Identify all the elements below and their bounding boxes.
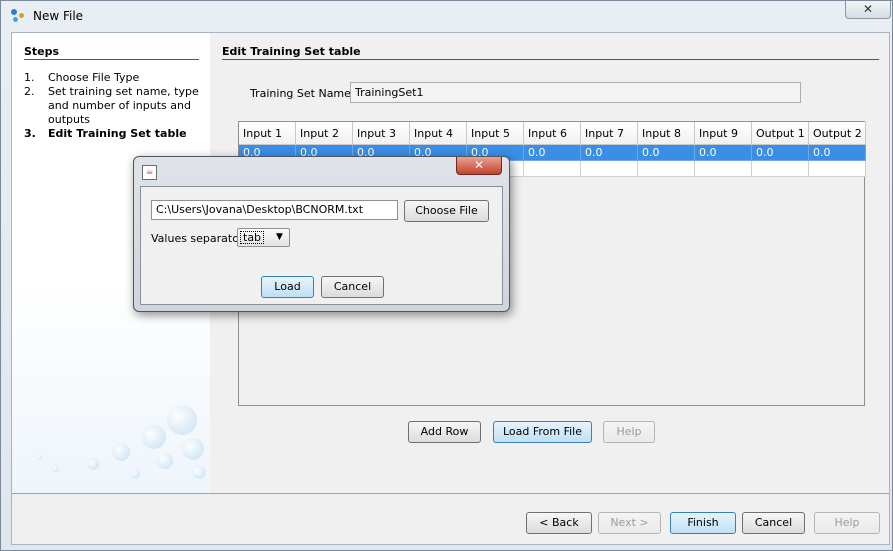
column-header[interactable]: Input 7 (581, 122, 638, 145)
training-set-name-label: Training Set Name: (250, 87, 355, 100)
table-cell[interactable]: 0.0 (581, 145, 638, 161)
finish-button[interactable]: Finish (670, 512, 736, 534)
step-label: Choose File Type (48, 71, 140, 84)
file-path-field[interactable]: C:\Users\Jovana\Desktop\BCNORM.txt (151, 200, 398, 220)
table-help-button[interactable]: Help (603, 421, 655, 443)
column-header[interactable]: Output 2 (809, 122, 866, 145)
window-title: New File (33, 9, 84, 23)
step-set-training-set: 2. Set training set name, type and numbe… (24, 85, 199, 127)
dialog-close-button[interactable]: ✕ (456, 157, 502, 175)
table-cell[interactable]: 0.0 (524, 145, 581, 161)
next-button[interactable]: Next > (598, 512, 661, 534)
footer-divider (12, 493, 889, 494)
step-label: Set training set name, type and number o… (48, 85, 199, 126)
table-cell[interactable] (524, 161, 581, 177)
window-close-button[interactable]: ✕ (845, 1, 891, 19)
load-button[interactable]: Load (261, 276, 314, 298)
choose-file-button[interactable]: Choose File (404, 200, 489, 222)
load-from-file-button[interactable]: Load From File (493, 421, 592, 443)
values-separator-label: Values separator (151, 232, 244, 245)
step-edit-training-set-table: 3. Edit Training Set table (24, 127, 199, 141)
add-row-button[interactable]: Add Row (408, 421, 481, 443)
dialog-cancel-button[interactable]: Cancel (321, 276, 384, 298)
table-header: Input 1 Input 2 Input 3 Input 4 Input 5 Input… (239, 122, 866, 145)
table-cell[interactable]: 0.0 (809, 145, 866, 161)
values-separator-value: tab (240, 231, 265, 244)
app-logo-icon (10, 8, 28, 24)
cancel-button[interactable]: Cancel (742, 512, 805, 534)
table-cell[interactable]: 0.0 (638, 145, 695, 161)
title-divider (222, 59, 879, 60)
page-title: Edit Training Set table (222, 45, 361, 58)
column-header[interactable]: Input 4 (410, 122, 467, 145)
column-header[interactable]: Input 9 (695, 122, 752, 145)
decorative-bubbles (37, 403, 210, 493)
table-cell[interactable]: 0.0 (695, 145, 752, 161)
column-header[interactable]: Output 1 (752, 122, 809, 145)
column-header[interactable]: Input 3 (353, 122, 410, 145)
help-button[interactable]: Help (814, 512, 880, 534)
step-choose-file-type: 1. Choose File Type (24, 71, 199, 85)
steps-title: Steps (24, 45, 60, 58)
table-cell[interactable] (695, 161, 752, 177)
back-button[interactable]: < Back (526, 512, 592, 534)
window-titlebar[interactable]: New File ✕ (1, 1, 892, 31)
java-cup-icon: ☕ (142, 165, 157, 180)
step-number: 3. (24, 127, 36, 140)
load-file-dialog: ☕ ✕ C:\Users\Jovana\Desktop\BCNORM.txt C… (133, 156, 510, 312)
step-number: 1. (24, 71, 35, 84)
column-header[interactable]: Input 8 (638, 122, 695, 145)
column-header[interactable]: Input 5 (467, 122, 524, 145)
column-header[interactable]: Input 2 (296, 122, 353, 145)
chevron-down-icon: ▼ (276, 232, 283, 242)
table-cell[interactable] (809, 161, 866, 177)
table-cell[interactable]: 0.0 (752, 145, 809, 161)
training-set-name-field[interactable]: TrainingSet1 (350, 82, 801, 103)
dialog-content: C:\Users\Jovana\Desktop\BCNORM.txt Choos… (140, 186, 503, 305)
column-header[interactable]: Input 6 (524, 122, 581, 145)
step-label: Edit Training Set table (48, 127, 187, 140)
table-cell[interactable] (752, 161, 809, 177)
steps-divider (24, 59, 199, 60)
table-cell[interactable] (581, 161, 638, 177)
values-separator-select[interactable]: tab ▼ (237, 228, 290, 247)
column-header[interactable]: Input 1 (239, 122, 296, 145)
step-number: 2. (24, 85, 35, 98)
table-cell[interactable] (638, 161, 695, 177)
